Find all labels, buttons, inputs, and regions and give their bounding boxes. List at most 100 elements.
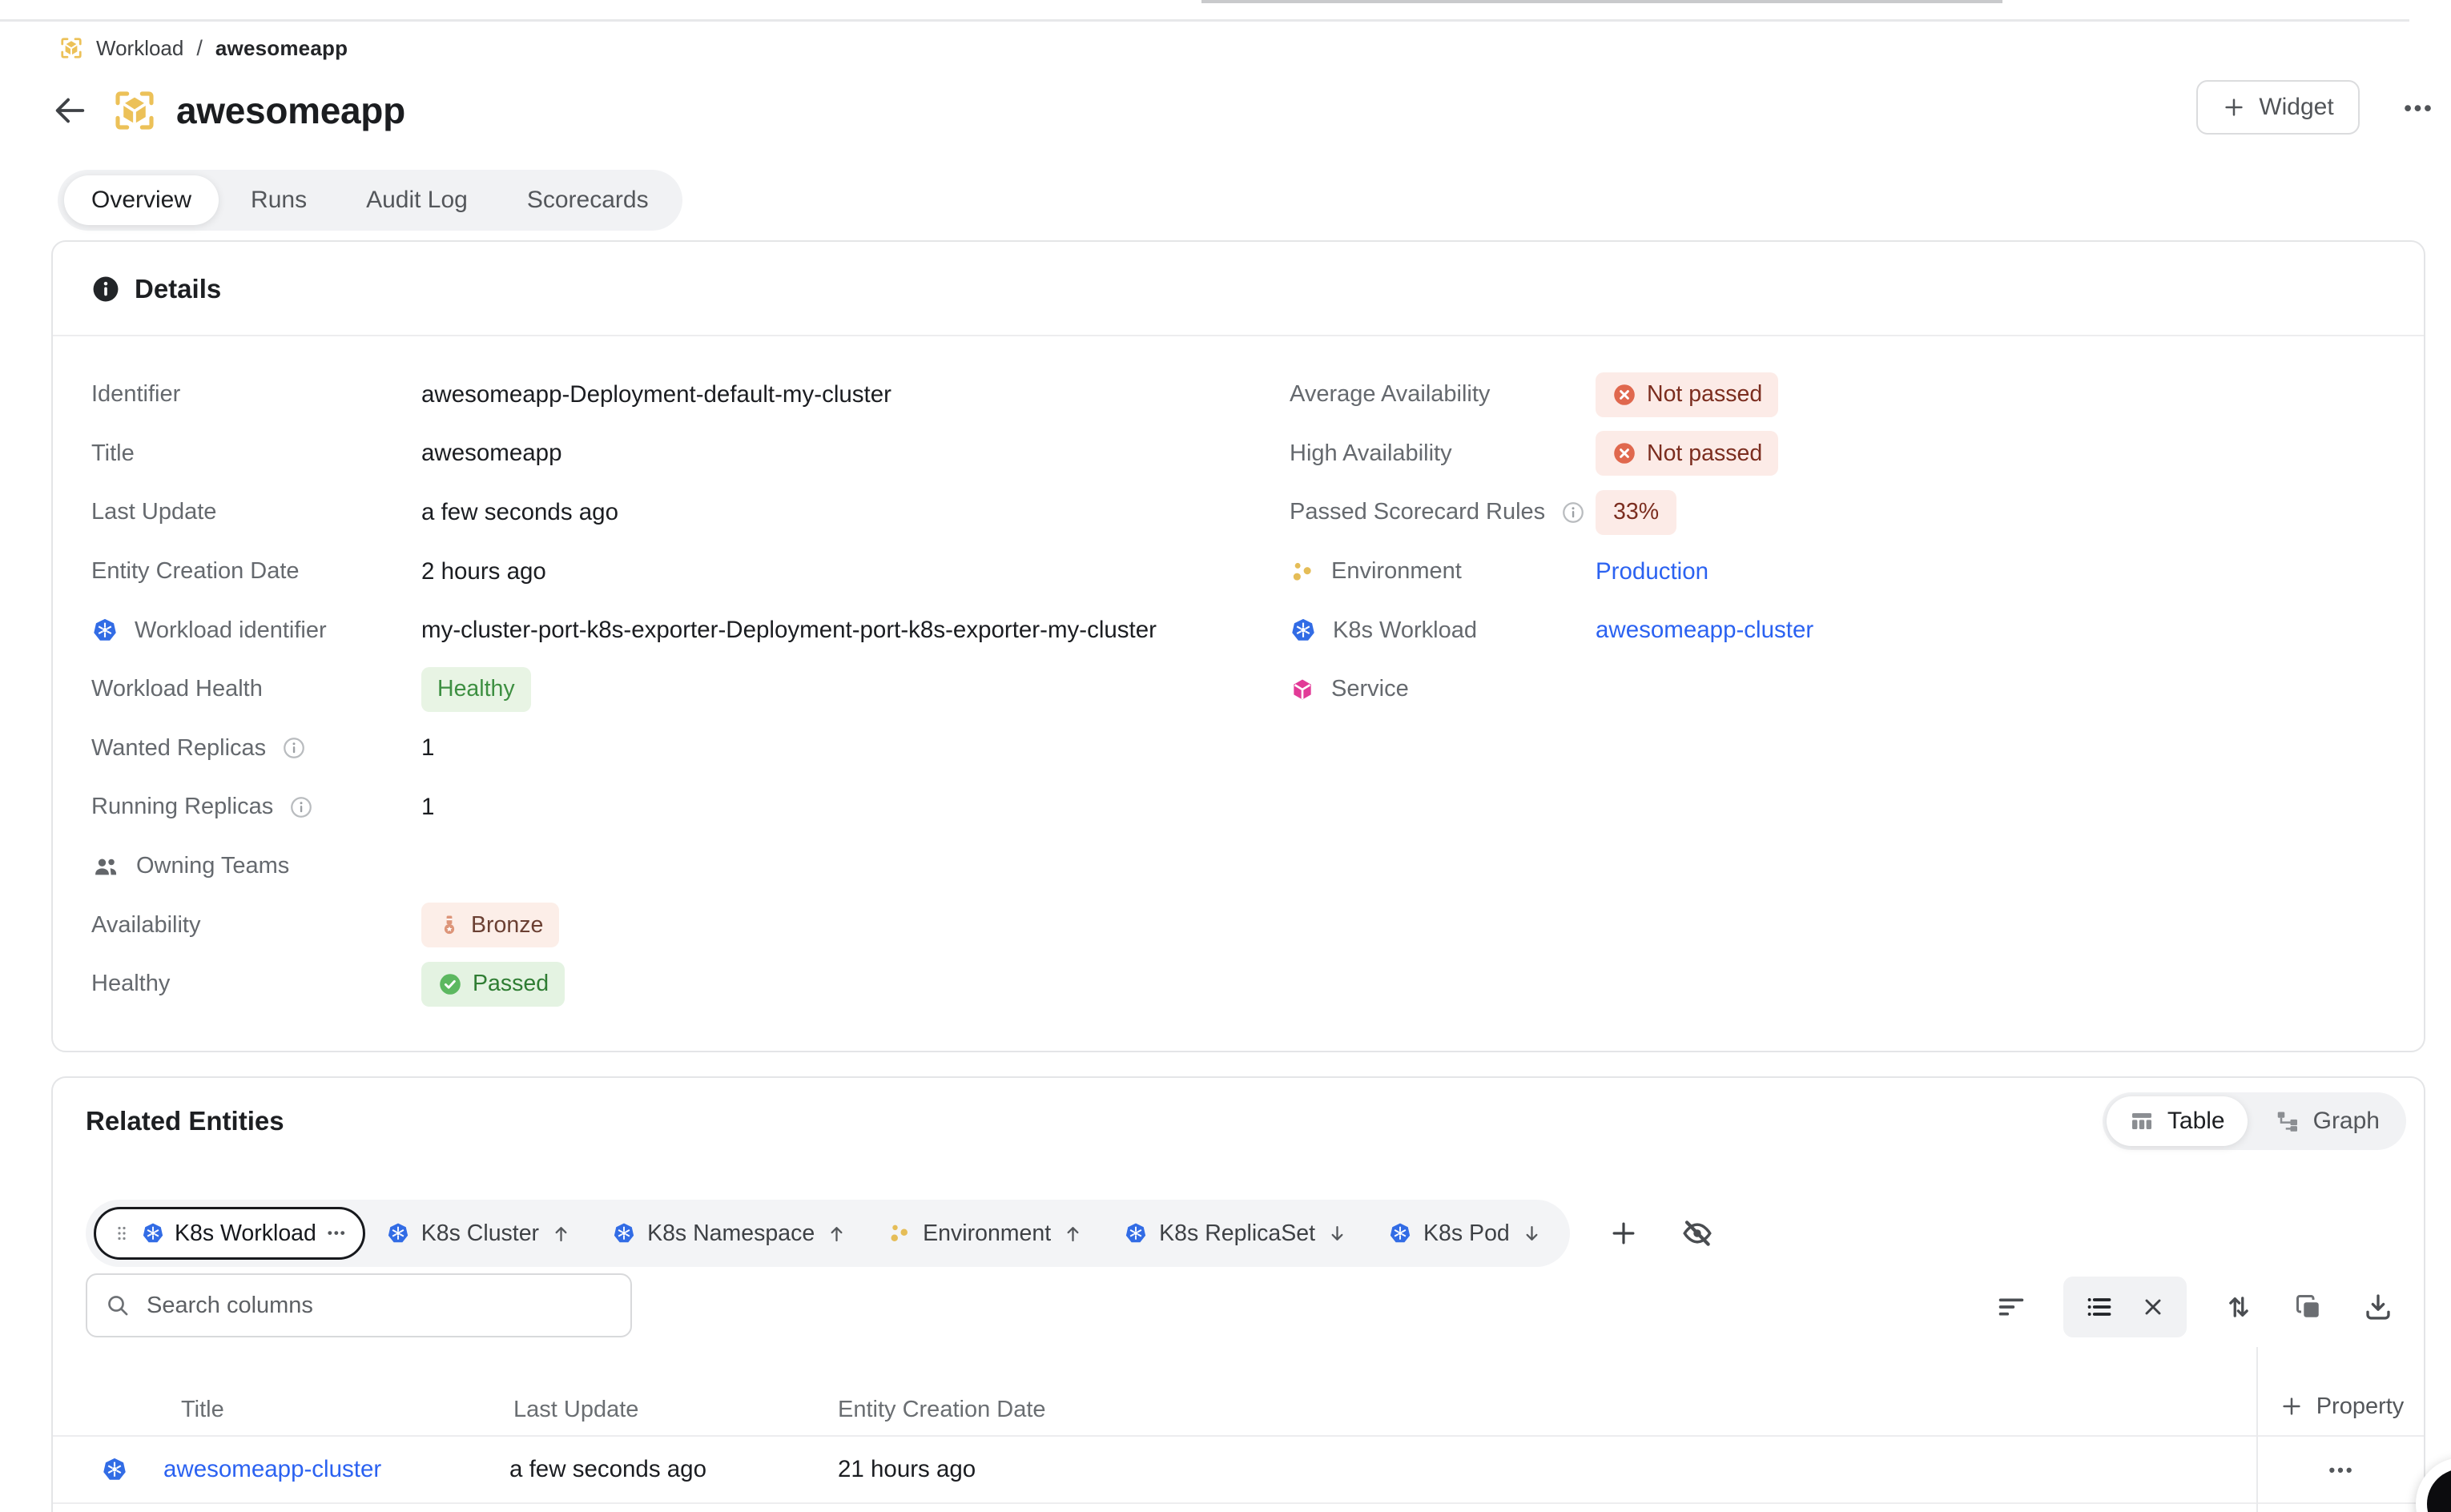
- row-more-menu-button[interactable]: •••: [2258, 1448, 2425, 1493]
- info-tooltip-icon[interactable]: [282, 736, 306, 760]
- tab-scorecards[interactable]: Scorecards: [500, 175, 676, 225]
- x-circle-icon: [1612, 440, 1637, 466]
- details-right-column: Average Availability Not passed High Ava…: [1290, 365, 2403, 719]
- status-badge-bronze: Bronze: [421, 903, 559, 947]
- k8s-icon: [612, 1221, 636, 1245]
- tab-audit-log[interactable]: Audit Log: [339, 175, 495, 225]
- add-property-button[interactable]: Property: [2258, 1382, 2425, 1430]
- environment-link[interactable]: Production: [1596, 558, 1708, 585]
- field-label: Environment: [1331, 558, 1462, 585]
- field-label: Passed Scorecard Rules: [1290, 499, 1545, 525]
- filter-button[interactable]: [1993, 1289, 2030, 1325]
- arrow-up-icon: [826, 1223, 847, 1245]
- chip-k8s-replicaset[interactable]: K8s ReplicaSet: [1105, 1200, 1367, 1267]
- field-environment: Environment Production: [1290, 542, 2403, 601]
- plus-icon: [2280, 1394, 2304, 1418]
- details-divider: [53, 335, 2424, 336]
- row-title-link[interactable]: awesomeapp-cluster: [163, 1456, 381, 1483]
- field-value: 2 hours ago: [421, 558, 546, 585]
- workload-blueprint-icon: [59, 36, 83, 60]
- download-button[interactable]: [2360, 1289, 2397, 1325]
- medal-icon: [437, 913, 461, 937]
- table-icon: [2129, 1108, 2155, 1134]
- environment-icon: [1290, 559, 1315, 585]
- search-columns-box: [86, 1273, 632, 1337]
- field-value: 1: [421, 794, 434, 821]
- details-heading: Details: [91, 266, 221, 312]
- tab-overview[interactable]: Overview: [64, 175, 219, 225]
- chip-k8s-namespace[interactable]: K8s Namespace: [593, 1200, 867, 1267]
- info-icon: [91, 275, 120, 304]
- field-label: Title: [91, 440, 135, 467]
- field-title: Title awesomeapp: [91, 424, 1269, 484]
- sort-icon: [2224, 1292, 2254, 1322]
- status-badge-percent: 33%: [1596, 490, 1676, 535]
- tab-runs[interactable]: Runs: [223, 175, 334, 225]
- related-entities-header: Related Entities Table Graph: [86, 1091, 2406, 1152]
- field-identifier: Identifier awesomeapp-Deployment-default…: [91, 365, 1269, 424]
- related-entities-card: Related Entities Table Graph K8s Workloa…: [51, 1076, 2425, 1512]
- details-left-column: Identifier awesomeapp-Deployment-default…: [91, 365, 1269, 1014]
- x-circle-icon: [1612, 382, 1637, 408]
- field-entity-creation-date: Entity Creation Date 2 hours ago: [91, 542, 1269, 601]
- field-average-availability: Average Availability Not passed: [1290, 365, 2403, 424]
- copy-icon: [2294, 1293, 2323, 1321]
- field-service: Service: [1290, 660, 2403, 719]
- k8s-icon: [1290, 617, 1317, 644]
- field-label: Healthy: [91, 971, 170, 997]
- drag-handle-icon[interactable]: [112, 1224, 131, 1243]
- chip-k8s-pod[interactable]: K8s Pod: [1369, 1200, 1562, 1267]
- view-toggle: Table Graph: [2103, 1092, 2406, 1150]
- field-label: Last Update: [91, 499, 216, 525]
- add-widget-button[interactable]: Widget: [2196, 80, 2360, 135]
- plus-icon: [2222, 95, 2246, 119]
- status-badge-not-passed: Not passed: [1596, 372, 1778, 417]
- field-label: High Availability: [1290, 440, 1452, 467]
- field-value: awesomeapp-Deployment-default-my-cluster: [421, 381, 891, 408]
- column-header-last-update[interactable]: Last Update: [513, 1397, 638, 1423]
- clear-group-button[interactable]: [2137, 1291, 2169, 1323]
- page-more-menu-button[interactable]: •••: [2389, 88, 2449, 128]
- field-label: Wanted Replicas: [91, 735, 266, 762]
- list-view-button[interactable]: [2081, 1289, 2116, 1325]
- add-related-entity-button[interactable]: [1605, 1215, 1642, 1252]
- row-last-update: a few seconds ago: [509, 1456, 706, 1483]
- column-header-title[interactable]: Title: [181, 1397, 224, 1423]
- k8s-workload-link[interactable]: awesomeapp-cluster: [1596, 617, 1813, 644]
- service-icon: [1290, 677, 1315, 702]
- info-tooltip-icon[interactable]: [289, 795, 313, 819]
- details-heading-label: Details: [135, 274, 221, 304]
- field-high-availability: High Availability Not passed: [1290, 424, 2403, 484]
- app-screen: Workload / awesomeapp awesomeapp Widget …: [0, 0, 2451, 1512]
- search-columns-input[interactable]: [145, 1292, 613, 1320]
- page-title: awesomeapp: [176, 89, 405, 132]
- field-label: Availability: [91, 912, 200, 939]
- add-widget-label: Widget: [2259, 94, 2333, 121]
- hide-related-button[interactable]: [1677, 1213, 1717, 1253]
- view-toggle-graph[interactable]: Graph: [2252, 1096, 2402, 1146]
- details-card: Details Identifier awesomeapp-Deployment…: [51, 240, 2425, 1052]
- question-mark-icon: ?: [2427, 1469, 2451, 1512]
- back-button[interactable]: [46, 87, 93, 134]
- field-workload-health: Workload Health Healthy: [91, 660, 1269, 719]
- sort-button[interactable]: [2220, 1289, 2257, 1325]
- info-tooltip-icon[interactable]: [1561, 501, 1585, 525]
- field-value: a few seconds ago: [421, 499, 618, 526]
- chip-environment[interactable]: Environment: [868, 1200, 1103, 1267]
- arrow-up-icon: [1062, 1223, 1084, 1245]
- chip-k8s-workload[interactable]: K8s Workload •••: [94, 1207, 365, 1260]
- view-toggle-table[interactable]: Table: [2107, 1096, 2248, 1146]
- column-header-entity-creation-date[interactable]: Entity Creation Date: [838, 1397, 1046, 1423]
- field-label: Entity Creation Date: [91, 558, 300, 585]
- related-filter-row: K8s Workload ••• K8s Cluster K8s Namespa…: [86, 1200, 1717, 1267]
- field-value: 1: [421, 734, 434, 762]
- row-entity-creation-date: 21 hours ago: [838, 1456, 976, 1483]
- breadcrumb-root[interactable]: Workload: [96, 36, 183, 61]
- chip-k8s-cluster[interactable]: K8s Cluster: [367, 1200, 591, 1267]
- field-label: Average Availability: [1290, 381, 1490, 408]
- copy-button[interactable]: [2291, 1289, 2326, 1325]
- list-icon: [2084, 1293, 2113, 1321]
- table-toolbar: [1993, 1275, 2397, 1339]
- field-healthy: Healthy Passed: [91, 955, 1269, 1014]
- chip-more-icon[interactable]: •••: [328, 1225, 347, 1241]
